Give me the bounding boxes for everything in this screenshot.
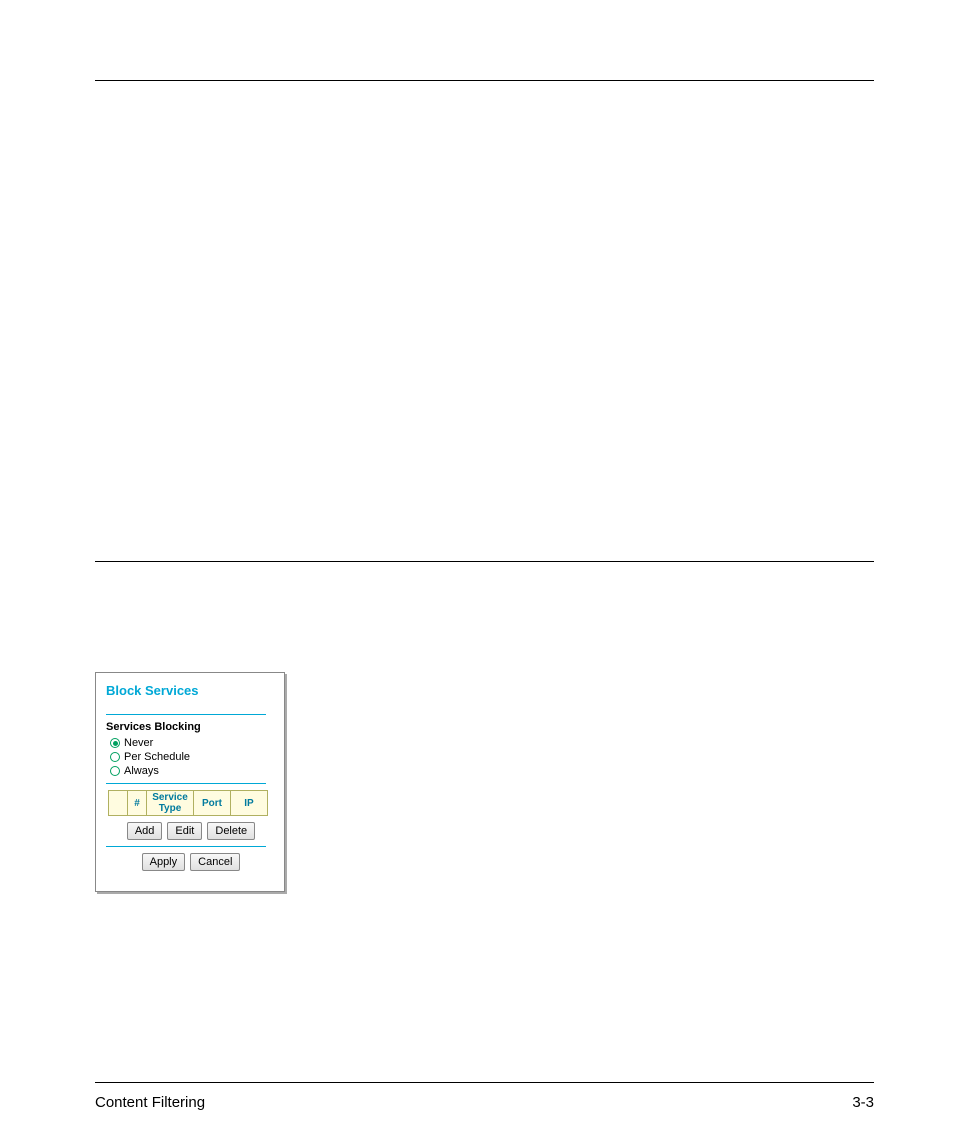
radio-unselected-icon [110,752,120,762]
col-service-type: Service Type [147,791,194,816]
top-rule [95,80,874,81]
radio-per-schedule-label: Per Schedule [124,751,190,763]
radio-unselected-icon [110,766,120,776]
footer-section: Content Filtering [95,1094,205,1111]
col-number: # [128,791,147,816]
add-button[interactable]: Add [127,822,163,840]
services-blocking-label: Services Blocking [106,721,276,733]
mid-rule [95,561,874,562]
bottom-rule [95,1082,874,1083]
footer-page-number: 3-3 [852,1094,874,1111]
radio-per-schedule-row[interactable]: Per Schedule [110,751,276,763]
col-port: Port [194,791,231,816]
radio-never-row[interactable]: Never [110,737,276,749]
col-select [109,791,128,816]
col-ip: IP [231,791,268,816]
divider-top [106,714,266,715]
delete-button[interactable]: Delete [207,822,255,840]
divider-mid [106,783,266,784]
page-footer: Content Filtering 3-3 [95,1094,874,1111]
radio-selected-icon [110,738,120,748]
radio-always-label: Always [124,765,159,777]
panel-title: Block Services [106,683,276,698]
submit-button-row: Apply Cancel [106,853,276,871]
services-table: # Service Type Port IP [108,790,268,816]
edit-button[interactable]: Edit [167,822,202,840]
radio-always-row[interactable]: Always [110,765,276,777]
table-header-row: # Service Type Port IP [109,791,268,816]
block-services-panel: Block Services Services Blocking Never P… [95,672,285,892]
radio-never-label: Never [124,737,153,749]
divider-bottom [106,846,266,847]
crud-button-row: Add Edit Delete [106,822,276,840]
apply-button[interactable]: Apply [142,853,186,871]
cancel-button[interactable]: Cancel [190,853,240,871]
